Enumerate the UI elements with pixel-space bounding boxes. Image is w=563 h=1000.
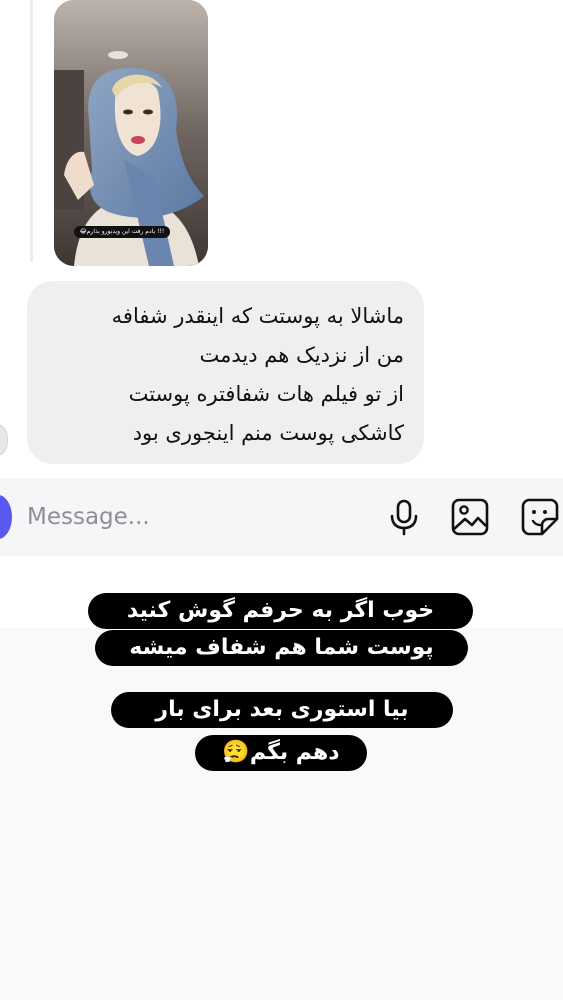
camera-icon[interactable]	[0, 495, 12, 539]
video-caption: !!! یادم رفت این ویدیورو بذارم😂	[74, 226, 170, 238]
sticker-icon[interactable]	[520, 497, 560, 537]
sender-avatar[interactable]	[0, 424, 8, 456]
gallery-icon[interactable]	[450, 497, 490, 537]
story-text-line-4: دهم بگم😮‍💨	[195, 735, 367, 771]
message-line-1: ماشالا به پوستت که اینقدر شفافه	[111, 304, 404, 328]
chat-thread: !!! یادم رفت این ویدیورو بذارم😂 ماشالا ب…	[0, 0, 563, 478]
microphone-icon[interactable]	[384, 497, 424, 537]
shared-video-thumbnail[interactable]: !!! یادم رفت این ویدیورو بذارم😂	[54, 0, 208, 266]
story-text-line-2: پوست شما هم شفاف میشه	[95, 630, 468, 666]
reply-thread-line	[30, 0, 33, 262]
story-text-line-3: بیا استوری بعد برای بار	[111, 692, 453, 728]
message-input[interactable]: Message...	[27, 500, 367, 534]
received-message-bubble[interactable]: ماشالا به پوستت که اینقدر شفافه من از نز…	[27, 281, 424, 464]
message-line-4: کاشکی پوست منم اینجوری بود	[132, 421, 404, 445]
story-text-line-1: خوب اگر به حرفم گوش کنید	[88, 593, 473, 629]
message-line-3: از تو فیلم هات شفافتره پوستت	[128, 382, 404, 406]
message-line-2: من از نزدیک هم دیدمت	[199, 343, 404, 367]
message-composer: Message...	[0, 478, 563, 556]
